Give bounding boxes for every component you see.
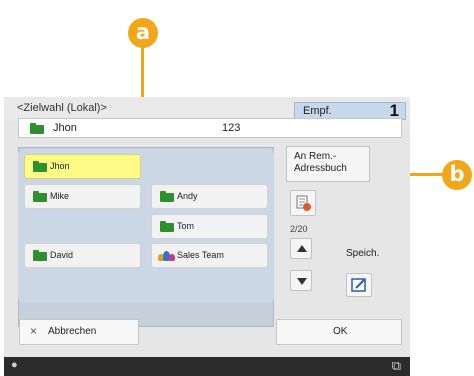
list-item-label: David (50, 250, 74, 260)
ok-label: OK (333, 326, 348, 337)
address-detail-button[interactable] (290, 190, 316, 216)
folder-icon (160, 191, 174, 202)
list-item-david[interactable]: David (24, 243, 141, 268)
list-item-andy[interactable]: Andy (151, 184, 268, 209)
network-icon[interactable]: ⧉ (392, 358, 401, 374)
device-screen: <Zielwahl (Lokal)> Empf. 1 Jhon 123 Jhon… (4, 97, 410, 376)
page-title: <Zielwahl (Lokal)> (17, 102, 107, 114)
group-icon (158, 251, 176, 262)
list-item-mike[interactable]: Mike (24, 184, 141, 209)
folder-icon (30, 123, 44, 134)
callout-b: b (442, 160, 472, 190)
list-item-label: Tom (177, 221, 195, 231)
arrow-up-icon (297, 245, 307, 252)
list-item-tom[interactable]: Tom (151, 214, 268, 239)
folder-icon (33, 161, 47, 172)
selected-name: Jhon (53, 122, 77, 134)
store-label: Speich. (346, 248, 380, 259)
selected-number: 123 (222, 122, 241, 134)
remote-address-book-label: An Rem.- Adressbuch (294, 151, 347, 174)
list-item-jhon[interactable]: Jhon (24, 154, 141, 179)
address-detail-icon (296, 195, 311, 211)
status-bar: ● ⧉ (4, 357, 410, 376)
destination-list: Jhon Mike Andy Tom David Sales Team (18, 149, 274, 303)
selected-destination-bar[interactable]: Jhon 123 (18, 118, 402, 138)
list-item-label: Jhon (50, 161, 70, 171)
recipient-label: Empf. (303, 105, 332, 117)
arrow-down-icon (297, 278, 307, 285)
folder-icon (33, 250, 47, 261)
store-button[interactable] (346, 273, 372, 297)
ok-button[interactable]: OK (276, 319, 402, 345)
folder-icon (160, 221, 174, 232)
folder-icon (33, 191, 47, 202)
list-item-label: Andy (177, 191, 198, 201)
cancel-button[interactable]: × Abbrechen (19, 319, 139, 345)
edit-icon (351, 278, 366, 292)
scroll-up-button[interactable] (290, 238, 312, 259)
list-item-label: Sales Team (177, 250, 224, 260)
close-icon: × (30, 324, 38, 338)
scroll-down-button[interactable] (290, 270, 312, 291)
status-icon: ● (11, 359, 18, 371)
cancel-label: Abbrechen (48, 326, 97, 337)
list-item-sales-team[interactable]: Sales Team (151, 243, 268, 268)
callout-a: a (128, 18, 158, 48)
page-indicator: 2/20 (290, 224, 308, 234)
remote-address-book-button[interactable]: An Rem.- Adressbuch (286, 146, 370, 182)
list-item-label: Mike (50, 191, 70, 201)
